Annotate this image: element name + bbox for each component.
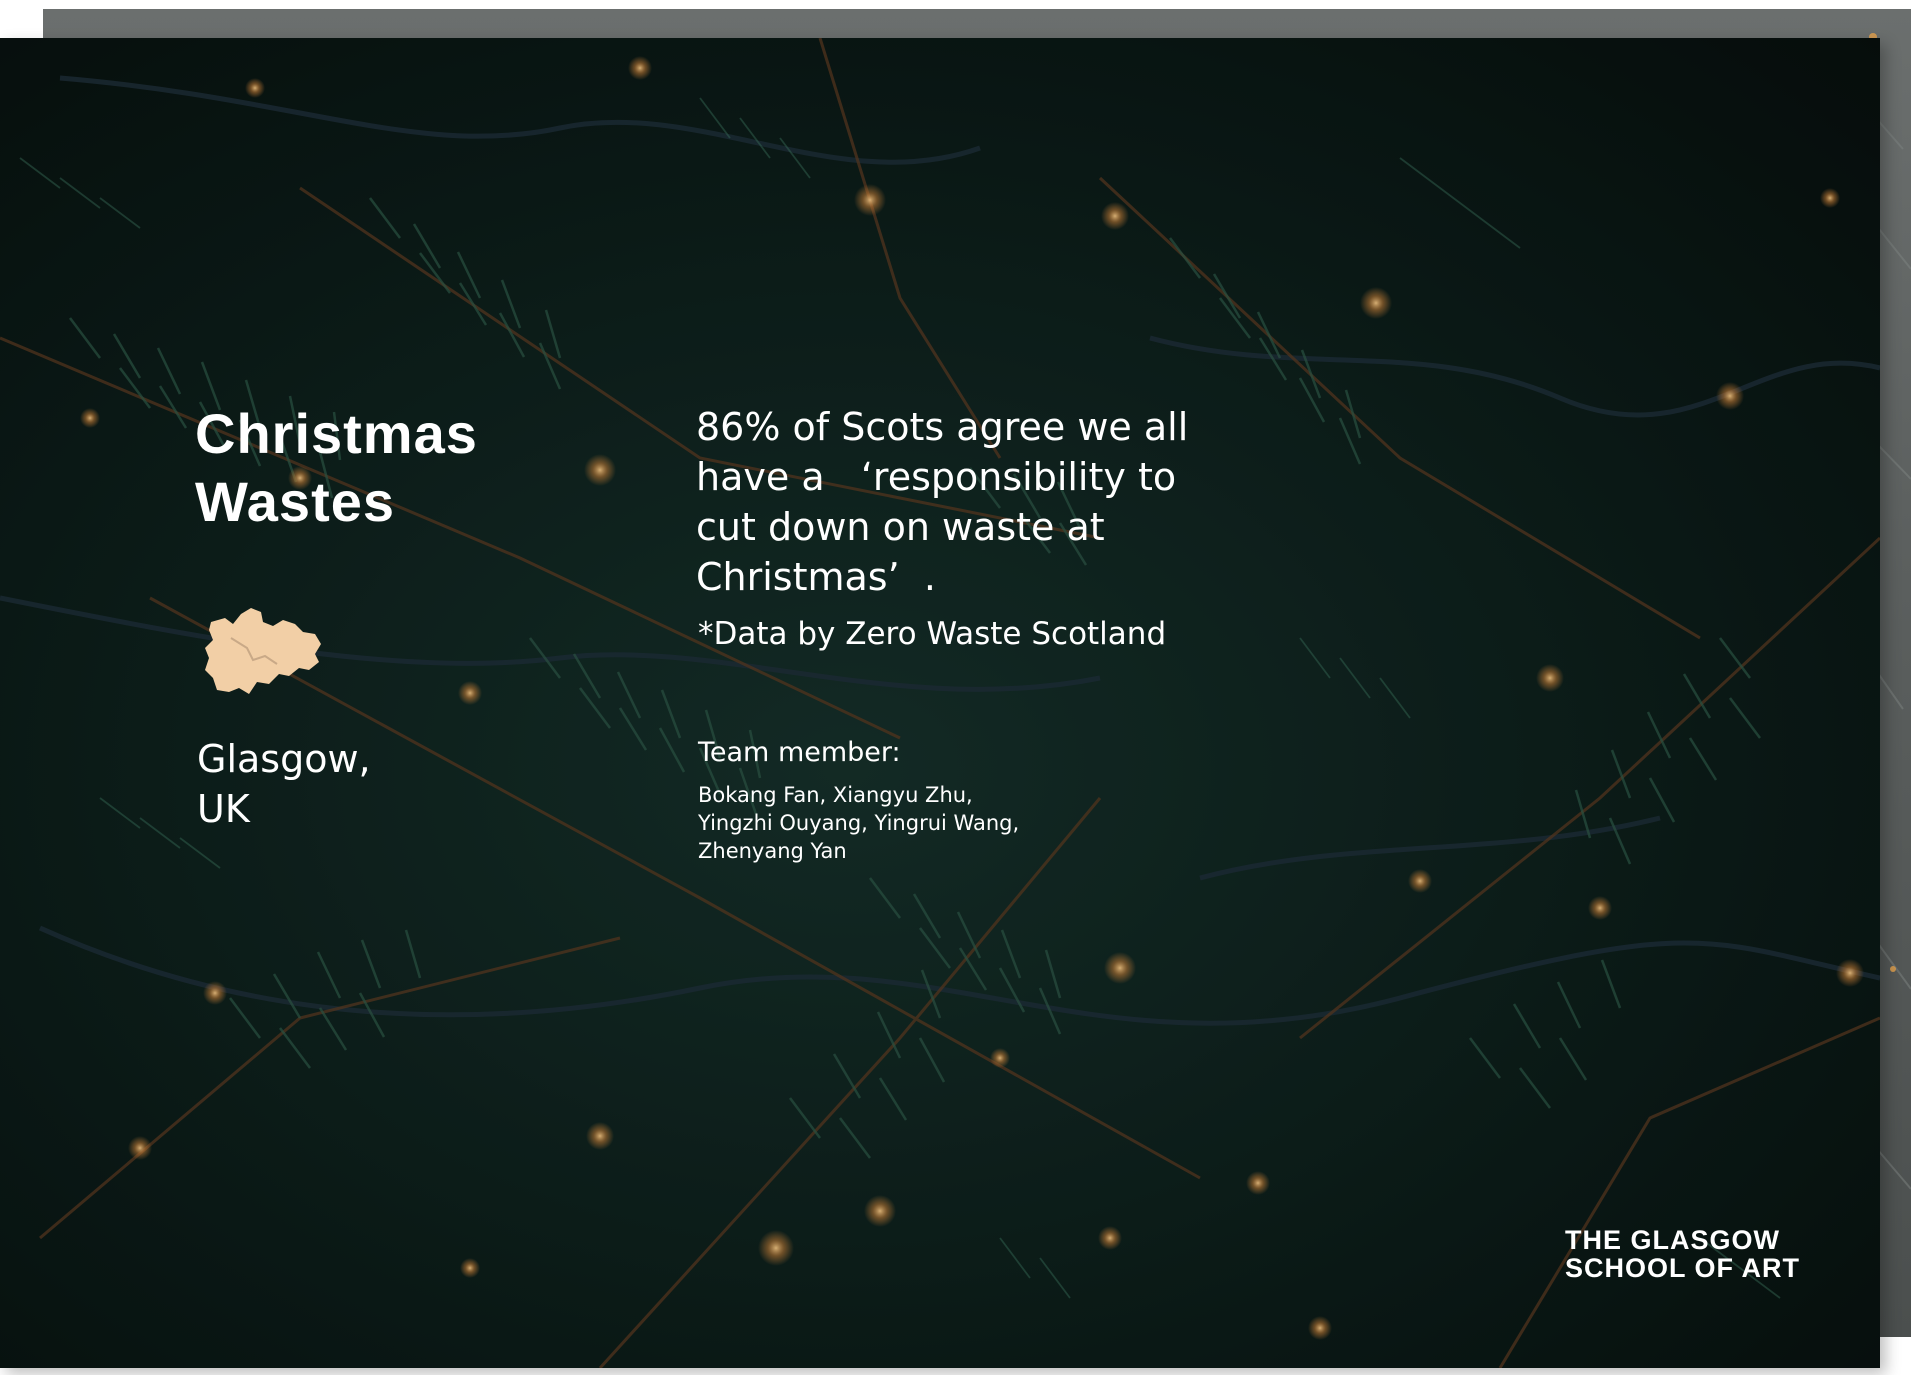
poster-title: Christmas Wastes (195, 400, 525, 536)
location-label: Glasgow, UK (197, 734, 457, 834)
team-names: Bokang Fan, Xiangyu Zhu, Yingzhi Ouyang,… (698, 781, 1078, 865)
title-line-2: Wastes (195, 470, 396, 533)
location-line-1: Glasgow, (197, 737, 371, 781)
poster: Christmas Wastes Glasgow, UK 86% of Scot… (0, 38, 1880, 1368)
team-names-line-2: Yingzhi Ouyang, Yingrui Wang, (698, 811, 1020, 835)
statistic-line-2: have a ‘responsibility to (696, 455, 1177, 499)
location-line-2: UK (197, 787, 250, 831)
team-label: Team member: (698, 737, 901, 768)
statistic-text: 86% of Scots agree we all have a ‘respon… (696, 402, 1256, 602)
data-source-note: *Data by Zero Waste Scotland (698, 616, 1167, 652)
glasgow-school-of-art-logo: THE GLASGOW SCHOOL OF ART (1565, 1226, 1800, 1282)
glasgow-map-icon (205, 608, 321, 694)
team-names-line-1: Bokang Fan, Xiangyu Zhu, (698, 783, 973, 807)
team-names-line-3: Zhenyang Yan (698, 839, 847, 863)
title-line-1: Christmas (195, 402, 478, 465)
statistic-line-3: cut down on waste at (696, 505, 1105, 549)
fir-branches-background (0, 38, 1880, 1368)
page: Christmas Wastes Glasgow, UK 86% of Scot… (0, 0, 1920, 1375)
statistic-line-1: 86% of Scots agree we all (696, 405, 1189, 449)
logo-line-1: THE GLASGOW (1565, 1225, 1780, 1255)
statistic-line-4: Christmas’ . (696, 555, 936, 599)
logo-line-2: SCHOOL OF ART (1565, 1253, 1800, 1283)
